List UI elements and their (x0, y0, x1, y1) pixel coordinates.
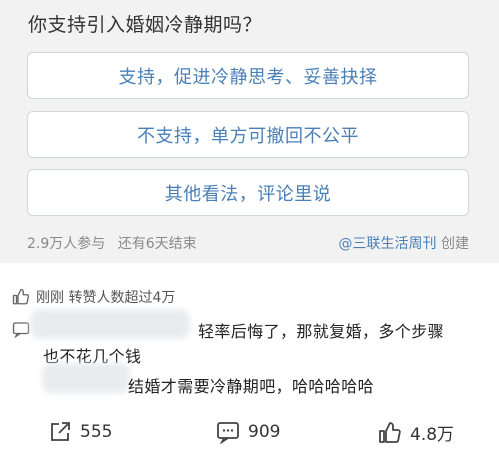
action-bar: 555 909 4.8万 (0, 420, 499, 450)
comment-icon (217, 422, 239, 444)
redacted-username (42, 363, 130, 393)
poll-option-label: 不支持，单方可撤回不公平 (137, 125, 359, 147)
thumbs-up-icon (12, 288, 30, 305)
share-count: 555 (80, 422, 113, 442)
like-count: 4.8万 (410, 425, 455, 445)
created-label: 创建 (441, 236, 469, 252)
like-notice: 刚刚 转赞人数超过4万 (12, 287, 175, 307)
creator-link[interactable]: @三联生活周刊 (339, 236, 437, 252)
poll-option-support[interactable]: 支持，促进冷静思考、妥善抉择 (27, 52, 469, 99)
poll-option-label: 支持，促进冷静思考、妥善抉择 (118, 66, 378, 88)
comment-count: 909 (248, 422, 281, 442)
poll-question: 你支持引入婚姻冷静期吗？ (28, 14, 263, 36)
poll-option-oppose[interactable]: 不支持，单方可撤回不公平 (27, 111, 469, 158)
redacted-username (30, 309, 190, 339)
comment-button[interactable]: 909 (216, 420, 280, 444)
poll-footer: 2.9万人参与 还有6天结束 @三联生活周刊 创建 (27, 233, 469, 253)
share-icon (51, 422, 70, 441)
like-button[interactable]: 4.8万 (378, 420, 454, 445)
thumbs-up-icon (379, 421, 401, 443)
share-button[interactable]: 555 (48, 420, 112, 444)
poll-creator: @三联生活周刊 创建 (339, 233, 469, 253)
comment-icon (12, 322, 30, 338)
like-notice-text: 刚刚 转赞人数超过4万 (36, 290, 176, 306)
poll-option-other[interactable]: 其他看法，评论里说 (27, 169, 469, 216)
comment-text: 结婚才需要冷静期吧，哈哈哈哈哈 (128, 377, 375, 396)
poll-option-label: 其他看法，评论里说 (164, 183, 332, 205)
comment-text: 轻率后悔了，那就复婚，多个步骤 (198, 322, 445, 341)
time-remaining: 还有6天结束 (117, 236, 197, 252)
poll-card: 你支持引入婚姻冷静期吗？ 支持，促进冷静思考、妥善抉择 不支持，单方可撤回不公平… (0, 0, 499, 263)
poll-stats: 2.9万人参与 还有6天结束 (27, 233, 197, 253)
participants-count: 2.9万人参与 (27, 236, 106, 252)
